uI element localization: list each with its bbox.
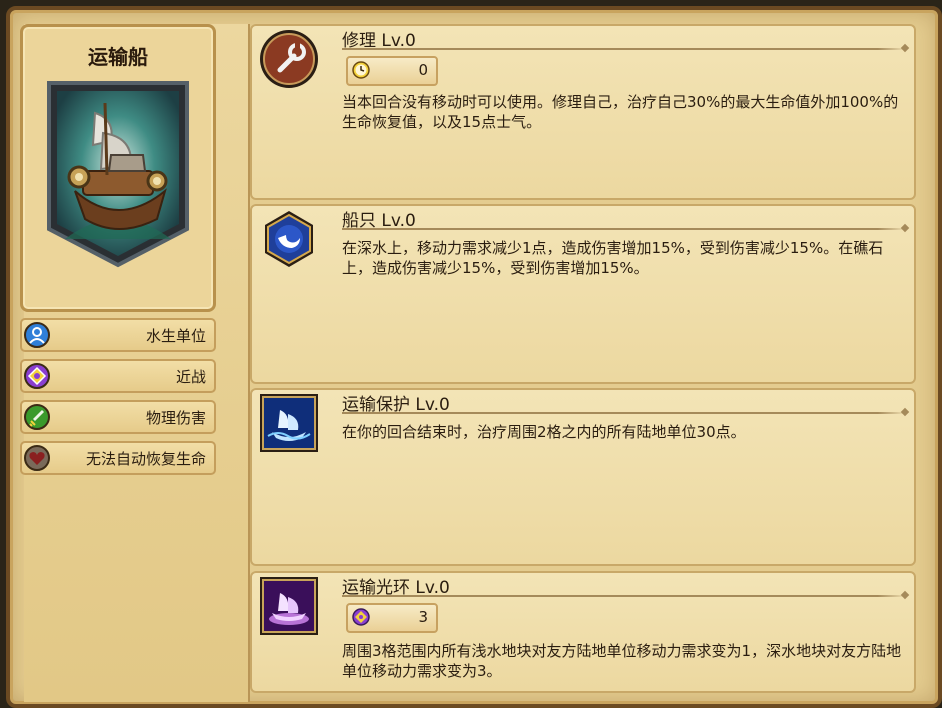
skill-panel-transport-aura[interactable]: 运输光环 Lv.0 3 周围3格范围内所有浅水地块对友方陆地单位移动力需求变为1… bbox=[250, 571, 916, 693]
diamond-icon bbox=[24, 363, 50, 389]
tag-no-regen[interactable]: 无法自动恢复生命 bbox=[20, 441, 216, 475]
skill-description: 当本回合没有移动时可以使用。修理自己，治疗自己30%的最大生命值外加100%的生… bbox=[342, 93, 899, 131]
clock-icon bbox=[352, 61, 370, 79]
skill-panel-ship[interactable]: 船只 Lv.0 在深水上，移动力需求减少1点，造成伤害增加15%，受到伤害减少1… bbox=[250, 204, 916, 384]
skill-description: 在深水上，移动力需求减少1点，造成伤害增加15%，受到伤害减少15%。在礁石上，… bbox=[342, 239, 884, 277]
tag-label: 近战 bbox=[175, 368, 206, 386]
title-divider bbox=[342, 48, 906, 50]
tag-label: 无法自动恢复生命 bbox=[85, 450, 206, 468]
cost-value: 3 bbox=[418, 608, 428, 626]
unit-portrait bbox=[47, 81, 189, 268]
tag-melee[interactable]: 近战 bbox=[20, 359, 216, 393]
tag-label: 物理伤害 bbox=[145, 409, 206, 427]
cost-value: 0 bbox=[418, 61, 428, 79]
wrench-icon bbox=[260, 30, 318, 88]
skill-cost: 3 bbox=[346, 603, 438, 633]
skill-panel-transport-protect[interactable]: 运输保护 Lv.0 在你的回合结束时，治疗周围2格之内的所有陆地单位30点。 bbox=[250, 388, 916, 566]
skill-description: 周围3格范围内所有浅水地块对友方陆地单位移动力需求变为1，深水地块对友方陆地单位… bbox=[342, 642, 902, 680]
title-divider bbox=[342, 228, 906, 230]
person-icon bbox=[24, 322, 50, 348]
ship-wave-icon bbox=[265, 211, 313, 267]
unit-name: 运输船 bbox=[88, 45, 148, 69]
title-divider bbox=[342, 412, 906, 414]
unit-tags: 水生单位 近战 物理伤害 无法自动恢复生命 bbox=[20, 318, 216, 482]
transport-aura-icon bbox=[260, 577, 318, 635]
title-divider bbox=[342, 595, 906, 597]
transport-protect-icon bbox=[260, 394, 318, 452]
heart-icon bbox=[24, 445, 50, 471]
skill-cost: 0 bbox=[346, 56, 438, 86]
sword-icon bbox=[24, 404, 50, 430]
tag-label: 水生单位 bbox=[145, 327, 206, 345]
skill-description: 在你的回合结束时，治疗周围2格之内的所有陆地单位30点。 bbox=[342, 423, 746, 441]
tag-physical-damage[interactable]: 物理伤害 bbox=[20, 400, 216, 434]
skill-panel-repair[interactable]: 修理 Lv.0 0 当本回合没有移动时可以使用。修理自己，治疗自己30%的最大生… bbox=[250, 24, 916, 200]
tag-aquatic[interactable]: 水生单位 bbox=[20, 318, 216, 352]
diamond-icon bbox=[352, 608, 370, 626]
unit-card: 运输船 bbox=[20, 24, 216, 312]
